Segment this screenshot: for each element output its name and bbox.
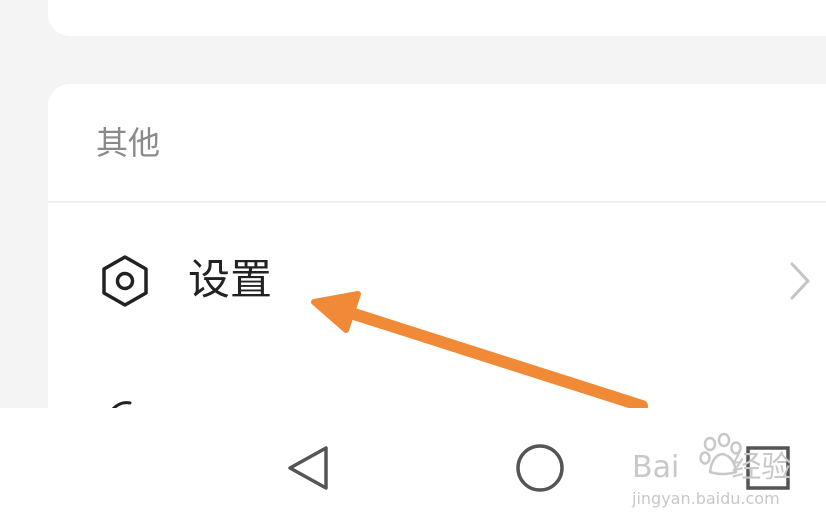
chevron-right-icon (790, 262, 810, 300)
pointer-arrow-icon (311, 291, 648, 412)
watermark-brand-text: Bai (632, 450, 680, 485)
previous-card (48, 0, 826, 36)
back-triangle-icon (288, 446, 328, 490)
nav-home-button[interactable] (508, 436, 572, 500)
watermark-url: jingyan.baidu.com (632, 489, 780, 508)
section-divider (48, 201, 826, 203)
settings-hexagon-icon (102, 255, 148, 307)
baidu-jingyan-watermark: Bai 经验 jingyan.baidu.com (632, 432, 822, 516)
settings-label: 设置 (188, 255, 273, 304)
home-circle-icon (516, 444, 564, 492)
nav-back-button[interactable] (278, 436, 342, 500)
baidu-paw-logo-icon (699, 432, 742, 476)
section-title-other: 其他 (96, 124, 161, 162)
